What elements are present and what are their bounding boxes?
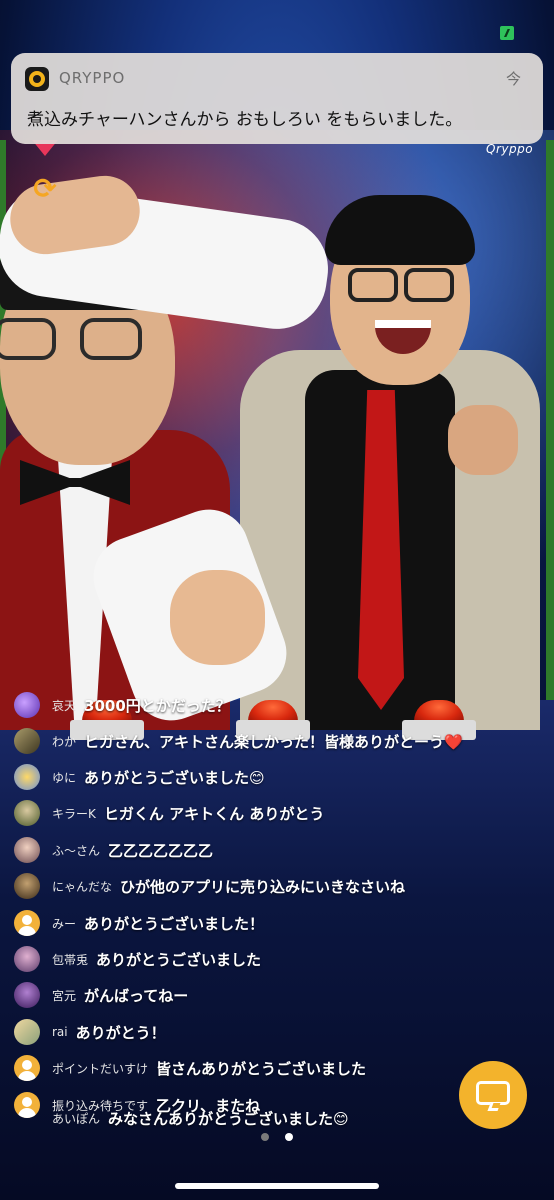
default-avatar-icon[interactable] <box>14 910 40 936</box>
chat-message-text: ありがとう！ <box>75 1023 166 1042</box>
stream-watermark: Qryppo <box>486 142 534 156</box>
chat-message-text: みなさんありがとうございました😊 <box>108 1109 349 1128</box>
user-avatar[interactable] <box>14 692 40 718</box>
chat-user-name[interactable]: みー <box>52 915 76 932</box>
chat-user-name[interactable]: 哀天 <box>52 697 76 714</box>
notification-time: 今 <box>505 70 521 88</box>
chat-message: にゃんだな ひが他のアプリに売り込みにいきなさいね <box>14 869 405 903</box>
chat-message: ふ〜さん 乙乙乙乙乙乙乙 <box>14 833 213 867</box>
chat-message-text: ヒガさん、アキトさん楽しかった！皆様ありがとーう❤️ <box>84 732 463 751</box>
chat-user-name[interactable]: 宮元 <box>52 987 76 1004</box>
chat-message: みー ありがとうございました！ <box>14 906 264 940</box>
chat-user-name[interactable]: わか <box>52 733 76 750</box>
chat-user-name[interactable]: ポイントだいすけ <box>52 1060 148 1077</box>
chat-message: 包帯兎 ありがとうございました <box>14 942 261 976</box>
chat-message: ポイントだいすけ 皆さんありがとうございました <box>14 1051 366 1085</box>
chat-user-name[interactable]: キラーK <box>52 805 96 822</box>
user-avatar[interactable] <box>14 946 40 972</box>
chat-message: 宮元 がんばってねー <box>14 978 188 1012</box>
chat-button[interactable] <box>459 1061 527 1129</box>
user-avatar[interactable] <box>14 800 40 826</box>
user-avatar[interactable] <box>14 982 40 1008</box>
chat-user-name[interactable]: 包帯兎 <box>52 951 88 968</box>
chat-user-name[interactable]: ふ〜さん <box>52 842 100 859</box>
chat-user-name[interactable]: rai <box>52 1025 68 1039</box>
user-avatar[interactable] <box>14 837 40 863</box>
notification-app-name: QRYPPO <box>59 69 126 87</box>
chat-message-text: ありがとうございました😊 <box>84 768 265 787</box>
user-avatar[interactable] <box>14 873 40 899</box>
user-avatar[interactable] <box>14 764 40 790</box>
chat-message-text: がんばってねー <box>84 986 189 1005</box>
chat-user-name[interactable]: あいぽん <box>52 1110 100 1127</box>
default-avatar-icon[interactable] <box>14 1055 40 1081</box>
chat-bubble-icon <box>476 1081 510 1105</box>
user-avatar[interactable] <box>14 1019 40 1045</box>
push-notification[interactable]: QRYPPO 今 煮込みチャーハンさんから おもしろい をもらいました。 <box>11 53 543 144</box>
home-indicator[interactable] <box>175 1183 379 1189</box>
chat-user-name[interactable]: にゃんだな <box>52 878 112 895</box>
user-avatar[interactable] <box>14 728 40 754</box>
chat-message: あいぽん みなさんありがとうございました😊 <box>14 1101 349 1135</box>
chat-user-name[interactable]: ゆに <box>52 769 76 786</box>
chat-message-text: 乙乙乙乙乙乙乙 <box>108 841 214 860</box>
battery-icon <box>500 26 514 40</box>
page-dot-active[interactable] <box>285 1133 293 1141</box>
chat-message: ゆに ありがとうございました😊 <box>14 760 265 794</box>
green-screen-edge <box>546 140 554 760</box>
rotate-icon[interactable]: ⟳ <box>28 172 62 206</box>
chat-message: rai ありがとう！ <box>14 1015 166 1049</box>
chat-message: キラーK ヒガくん アキトくん ありがとう <box>14 796 324 830</box>
qryppo-app-icon <box>25 67 49 91</box>
chat-message-text: 皆さんありがとうございました <box>156 1059 367 1078</box>
page-indicator <box>0 1133 554 1145</box>
page-dot[interactable] <box>261 1133 269 1141</box>
chat-message-text: ヒガくん アキトくん ありがとう <box>103 804 325 823</box>
chat-message-text: ありがとうございました！ <box>84 914 265 933</box>
notification-message: 煮込みチャーハンさんから おもしろい をもらいました。 <box>27 110 463 130</box>
chat-message-text: 3000円とかだった？ <box>84 696 231 715</box>
chat-message-text: ありがとうございました <box>96 950 262 969</box>
chat-message: わか ヒガさん、アキトさん楽しかった！皆様ありがとーう❤️ <box>14 724 463 758</box>
chat-message-text: ひが他のアプリに売り込みにいきなさいね <box>120 877 406 896</box>
chat-message: 哀天 3000円とかだった？ <box>14 688 231 722</box>
status-bar <box>0 0 554 50</box>
